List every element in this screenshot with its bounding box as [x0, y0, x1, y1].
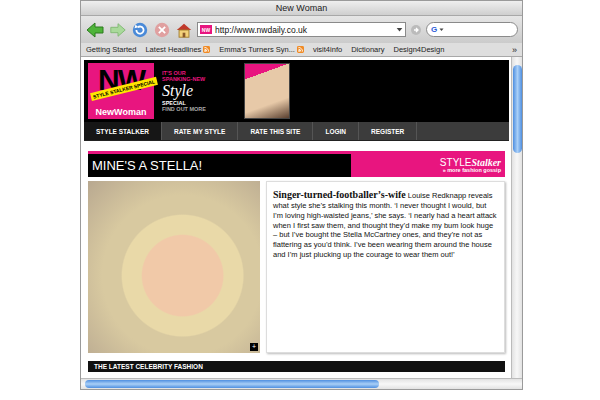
feed-icon	[297, 46, 304, 53]
site-logo[interactable]: NWNewWomanSTYLE STALKER SPECIAL	[88, 63, 154, 119]
title-bar: New Woman	[81, 1, 522, 16]
promo-word: SPECIAL	[162, 100, 236, 106]
bookmark[interactable]: Getting Started	[86, 45, 136, 54]
forward-arrow-icon[interactable]	[109, 21, 127, 39]
search-field[interactable]: G	[426, 22, 518, 37]
promo[interactable]: IT'S OURSPANKING-NEWStyleSPECIALFIND OUT…	[162, 70, 236, 112]
dropdown-icon[interactable]	[396, 26, 403, 33]
section-label: STYLEStalker	[440, 158, 501, 168]
bookmarks-bar: Getting Started Latest Headlines Emma's Tu…	[81, 43, 522, 57]
content-area: NWNewWomanSTYLE STALKER SPECIALIT'S OURS…	[81, 57, 522, 378]
section-bar[interactable]: THE LATEST CELEBRITY FASHION	[88, 361, 505, 372]
nav-tab[interactable]: RATE MY STYLE	[162, 122, 238, 140]
web-page: NWNewWomanSTYLE STALKER SPECIALIT'S OURS…	[81, 57, 511, 378]
enlarge-button[interactable]: +	[250, 343, 258, 351]
feed-icon	[203, 46, 210, 53]
article-headline: Singer-turned-footballer’s-wife	[273, 189, 406, 200]
bookmark[interactable]: Emma's Turners Syn...	[219, 45, 304, 54]
article: MINE'S A STELLA!STYLEStalker» more fashi…	[88, 151, 505, 353]
go-icon[interactable]	[410, 24, 422, 36]
article-body: + Singer-turned-footballer’s-wife Louise …	[88, 181, 505, 353]
nav-tab[interactable]: REGISTER	[359, 122, 417, 140]
url-text: http://www.nwdaily.co.uk	[215, 25, 393, 35]
back-arrow-icon[interactable]	[85, 20, 105, 40]
nav-bar: STYLE STALKERRATE MY STYLERATE THIS SITE…	[84, 122, 509, 141]
promo-highlight: SPANKING-NEW	[162, 76, 236, 82]
nav-tab[interactable]: LOGIN	[313, 122, 359, 140]
browser-window: New Woman NWhttp://www.nwdaily.co.uk G Gett…	[80, 0, 523, 390]
site-header: NWNewWomanSTYLE STALKER SPECIALIT'S OURS…	[84, 60, 509, 122]
promo-lead: IT'S OUR	[162, 70, 236, 76]
reload-icon[interactable]	[131, 21, 149, 39]
screen: New Woman NWhttp://www.nwdaily.co.uk G Gett…	[0, 0, 600, 400]
vertical-scrollbar[interactable]	[511, 57, 522, 378]
bookmark[interactable]: Latest Headlines	[145, 45, 210, 54]
promo-script: Style	[162, 82, 236, 100]
article-title-strip: MINE'S A STELLA!STYLEStalker» more fashi…	[88, 151, 505, 177]
engine-dropdown-icon[interactable]	[439, 27, 444, 32]
article-text: Singer-turned-footballer’s-wife Louise R…	[266, 181, 505, 353]
horizontal-scroll-thumb[interactable]	[85, 380, 379, 388]
bookmark[interactable]: Design4Design	[393, 45, 444, 54]
stop-icon[interactable]	[153, 21, 171, 39]
home-icon[interactable]	[175, 21, 193, 39]
nav-tab[interactable]: STYLE STALKER	[84, 122, 162, 140]
promo-link[interactable]: FIND OUT MORE	[162, 106, 236, 112]
logo-name: NewWoman	[96, 107, 147, 117]
magazine-cover[interactable]	[244, 63, 290, 119]
nav-tab[interactable]: RATE THIS SITE	[238, 122, 313, 140]
article-title: MINE'S A STELLA!	[88, 154, 351, 177]
favicon: NW	[200, 25, 212, 34]
more-gossip-link[interactable]: » more fashion gossip	[443, 168, 501, 174]
section-header: STYLEStalker» more fashion gossip	[351, 154, 505, 177]
article-body-text: Louise Redknapp reveals what style she’s…	[273, 191, 497, 259]
toolbar: NWhttp://www.nwdaily.co.uk G	[81, 16, 522, 43]
search-engine-icon[interactable]: G	[431, 25, 437, 34]
article-photo: +	[88, 181, 260, 353]
vertical-scroll-thumb[interactable]	[513, 65, 522, 153]
horizontal-scrollbar[interactable]	[81, 378, 522, 389]
url-field[interactable]: NWhttp://www.nwdaily.co.uk	[197, 22, 406, 37]
bookmark[interactable]: Dictionary	[351, 45, 384, 54]
search-input[interactable]	[446, 25, 513, 34]
bookmarks-more[interactable]: »	[512, 45, 517, 55]
bookmark[interactable]: visit4info	[313, 45, 342, 54]
